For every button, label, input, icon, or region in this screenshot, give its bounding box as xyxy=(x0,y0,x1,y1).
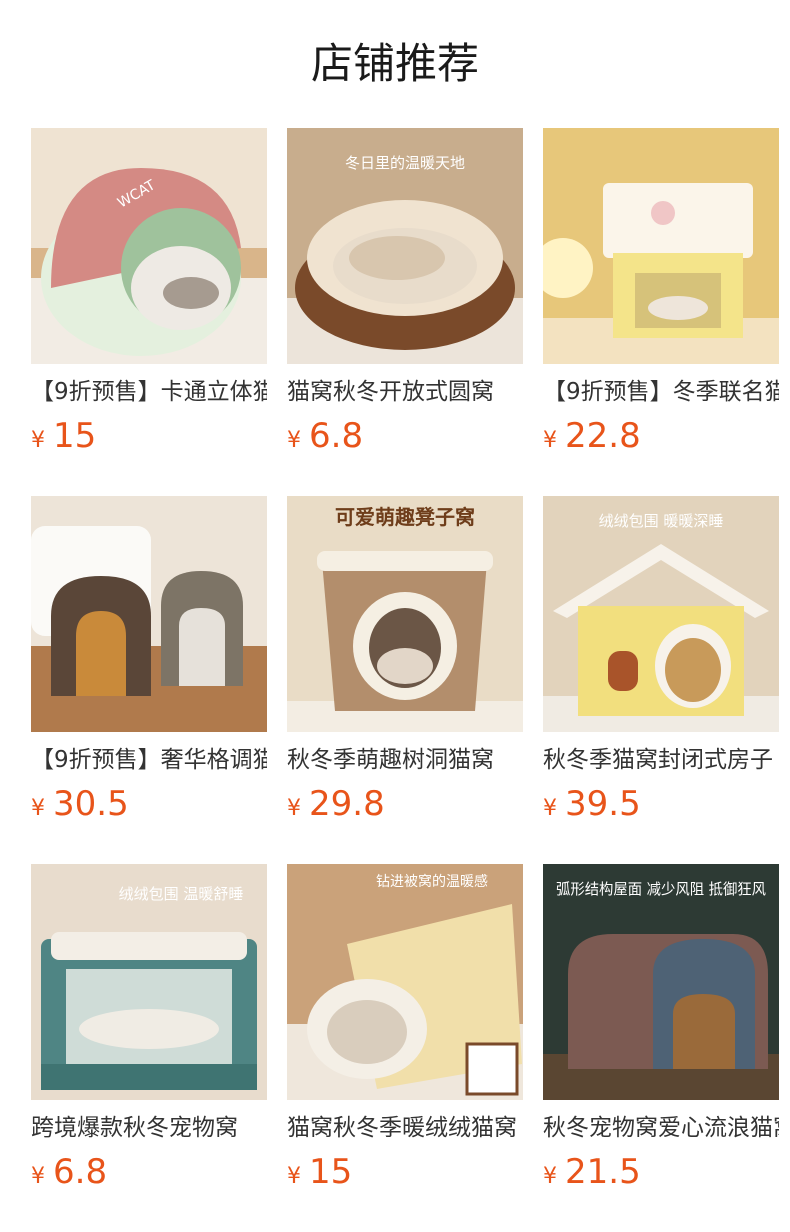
price-amount: 6.8 xyxy=(53,1152,108,1192)
price-amount: 6.8 xyxy=(309,416,364,456)
currency-symbol: ¥ xyxy=(31,1164,45,1189)
image-caption-text: 可爱萌趣凳子窝 xyxy=(335,505,475,529)
price-amount: 15 xyxy=(309,1152,353,1192)
product-image[interactable]: 绒绒包围 温暖舒睡 xyxy=(31,864,267,1100)
image-caption-text: 钻进被窝的温暖感 xyxy=(376,873,488,890)
currency-symbol: ¥ xyxy=(287,428,301,453)
page-title: 店铺推荐 xyxy=(310,39,479,88)
product-price: ¥29.8 xyxy=(287,784,523,830)
product-price: ¥22.8 xyxy=(543,416,779,462)
product-name[interactable]: 【9折预售】奢华格调猫窝 xyxy=(31,744,267,776)
image-caption-text: 冬日里的温暖天地 xyxy=(345,154,465,172)
product-card[interactable]: 【9折预售】奢华格调猫窝 ¥30.5 xyxy=(31,496,267,830)
product-price: ¥6.8 xyxy=(31,1152,267,1198)
image-caption-text: 绒绒包围 温暖舒睡 xyxy=(119,885,244,903)
product-image[interactable] xyxy=(543,128,779,364)
currency-symbol: ¥ xyxy=(31,428,45,453)
price-amount: 39.5 xyxy=(565,784,641,824)
product-price: ¥30.5 xyxy=(31,784,267,830)
product-card[interactable]: WCAT 【9折预售】卡通立体猫窝 ¥15 xyxy=(31,128,267,462)
currency-symbol: ¥ xyxy=(543,796,557,821)
product-card[interactable]: 弧形结构屋面 减少风阻 抵御狂风 秋冬宠物窝爱心流浪猫窝 ¥21.5 xyxy=(543,864,779,1198)
currency-symbol: ¥ xyxy=(287,796,301,821)
product-price: ¥21.5 xyxy=(543,1152,779,1198)
currency-symbol: ¥ xyxy=(31,796,45,821)
image-caption-text: 绒绒包围 暖暖深睡 xyxy=(599,512,724,530)
price-amount: 22.8 xyxy=(565,416,641,456)
product-image[interactable]: 可爱萌趣凳子窝 xyxy=(287,496,523,732)
product-name[interactable]: 秋冬宠物窝爱心流浪猫窝 xyxy=(543,1112,779,1144)
product-image[interactable]: WCAT xyxy=(31,128,267,364)
price-amount: 30.5 xyxy=(53,784,129,824)
product-card[interactable]: 【9折预售】冬季联名猫窝 ¥22.8 xyxy=(543,128,779,462)
product-price: ¥15 xyxy=(31,416,267,462)
product-card[interactable]: 绒绒包围 温暖舒睡 跨境爆款秋冬宠物窝 ¥6.8 xyxy=(31,864,267,1198)
product-card[interactable]: 冬日里的温暖天地 猫窝秋冬开放式圆窝 ¥6.8 xyxy=(287,128,523,462)
product-name[interactable]: 跨境爆款秋冬宠物窝 xyxy=(31,1112,267,1144)
currency-symbol: ¥ xyxy=(287,1164,301,1189)
image-caption-text: 弧形结构屋面 减少风阻 抵御狂风 xyxy=(556,880,766,898)
product-card[interactable]: 绒绒包围 暖暖深睡 秋冬季猫窝封闭式房子 ¥39.5 xyxy=(543,496,779,830)
product-price: ¥6.8 xyxy=(287,416,523,462)
price-amount: 15 xyxy=(53,416,97,456)
product-image[interactable]: 钻进被窝的温暖感 xyxy=(287,864,523,1100)
product-name[interactable]: 猫窝秋冬季暖绒绒猫窝 xyxy=(287,1112,523,1144)
product-image[interactable]: 弧形结构屋面 减少风阻 抵御狂风 xyxy=(543,864,779,1100)
price-amount: 21.5 xyxy=(565,1152,641,1192)
product-name[interactable]: 秋冬季猫窝封闭式房子 xyxy=(543,744,779,776)
product-card[interactable]: 钻进被窝的温暖感 猫窝秋冬季暖绒绒猫窝 ¥15 xyxy=(287,864,523,1198)
product-price: ¥39.5 xyxy=(543,784,779,830)
currency-symbol: ¥ xyxy=(543,1164,557,1189)
product-image[interactable] xyxy=(31,496,267,732)
product-name[interactable]: 秋冬季萌趣树洞猫窝 xyxy=(287,744,523,776)
product-image[interactable]: 绒绒包围 暖暖深睡 xyxy=(543,496,779,732)
product-card[interactable]: 可爱萌趣凳子窝 秋冬季萌趣树洞猫窝 ¥29.8 xyxy=(287,496,523,830)
product-name[interactable]: 【9折预售】冬季联名猫窝 xyxy=(543,376,779,408)
currency-symbol: ¥ xyxy=(543,428,557,453)
product-name[interactable]: 【9折预售】卡通立体猫窝 xyxy=(31,376,267,408)
product-name[interactable]: 猫窝秋冬开放式圆窝 xyxy=(287,376,523,408)
product-price: ¥15 xyxy=(287,1152,523,1198)
price-amount: 29.8 xyxy=(309,784,385,824)
product-image[interactable]: 冬日里的温暖天地 xyxy=(287,128,523,364)
